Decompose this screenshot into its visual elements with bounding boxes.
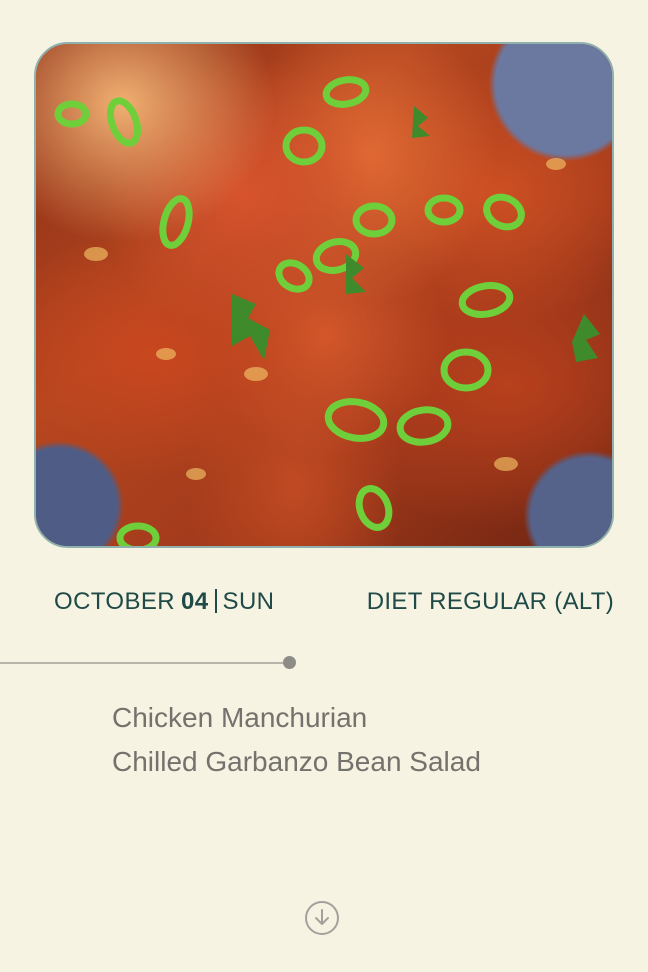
scroll-down-button[interactable] <box>305 901 339 935</box>
menu-item: Chicken Manchurian <box>112 702 368 733</box>
divider-line <box>0 662 288 664</box>
meal-info-row: OCTOBER 04 SUN DIET REGULAR (ALT) <box>54 588 614 618</box>
date-weekday: SUN <box>222 588 275 615</box>
date-month: OCTOBER <box>54 588 176 615</box>
date-day: 04 <box>181 588 209 615</box>
plate-background <box>36 44 612 546</box>
date-separator <box>214 589 217 613</box>
green-onion-garnish <box>54 76 600 546</box>
meal-photo <box>34 42 614 548</box>
diet-label: DIET REGULAR (ALT) <box>366 588 614 615</box>
menu-item: Chilled Garbanzo Bean Salad <box>112 746 481 777</box>
divider-dot <box>283 656 296 669</box>
menu-list: Chicken Manchurian Chilled Garbanzo Bean… <box>112 696 481 784</box>
arrow-down-circle-icon <box>315 909 329 925</box>
meal-date: OCTOBER 04 SUN <box>54 588 274 616</box>
